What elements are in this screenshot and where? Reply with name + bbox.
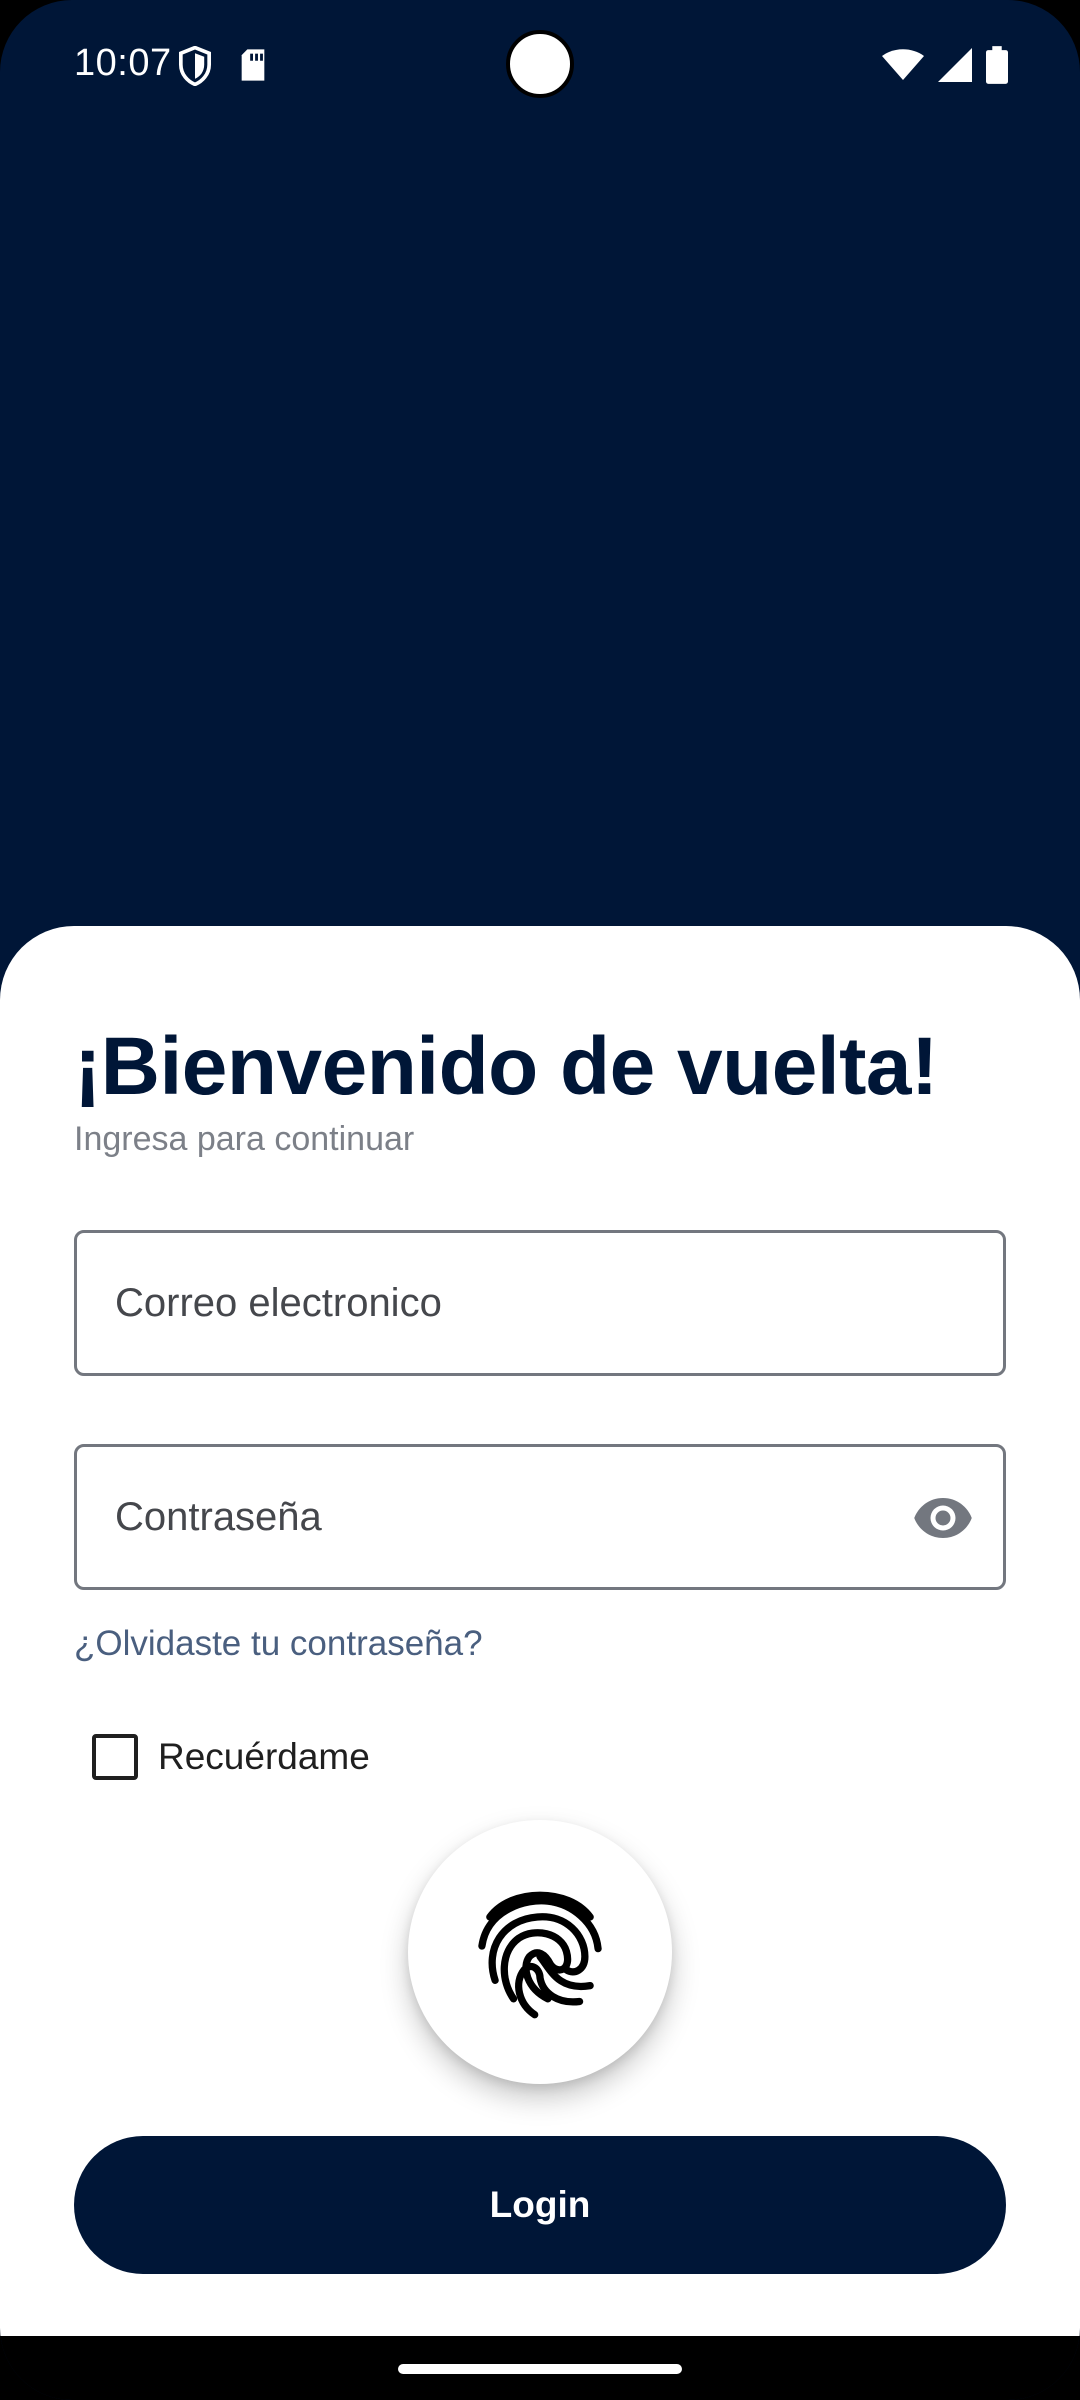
status-time: 10:07 <box>74 42 172 84</box>
remember-me-label: Recuérdame <box>158 1736 370 1777</box>
login-button[interactable]: Login <box>74 2136 1006 2274</box>
password-input[interactable] <box>115 1447 915 1587</box>
fingerprint-icon <box>474 1877 606 2028</box>
remember-me-checkbox[interactable] <box>92 1734 138 1780</box>
status-bar: 10:07 <box>0 0 1080 130</box>
email-input[interactable] <box>115 1233 915 1373</box>
sd-card-icon <box>238 48 268 87</box>
shield-icon <box>178 45 212 91</box>
phone-screen: 10:07 ¡Bienvenido de vuelta! Ingresa par… <box>0 0 1080 2400</box>
forgot-password-link[interactable]: ¿Olvidaste tu contraseña? <box>74 1624 483 1664</box>
signal-icon <box>938 48 972 87</box>
battery-icon <box>986 46 1008 89</box>
wifi-icon <box>882 48 924 87</box>
front-camera <box>506 30 574 98</box>
page-title: ¡Bienvenido de vuelta! <box>74 1021 938 1112</box>
email-field[interactable] <box>74 1230 1006 1376</box>
visibility-icon[interactable] <box>913 1495 973 1546</box>
password-field[interactable] <box>74 1444 1006 1590</box>
status-icons <box>882 46 1008 89</box>
login-sheet: ¡Bienvenido de vuelta! Ingresa para cont… <box>0 926 1080 2336</box>
remember-me-option[interactable]: Recuérdame <box>92 1734 370 1780</box>
home-indicator[interactable] <box>398 2364 682 2374</box>
page-subtitle: Ingresa para continuar <box>74 1120 415 1158</box>
fingerprint-button[interactable] <box>408 1820 672 2084</box>
